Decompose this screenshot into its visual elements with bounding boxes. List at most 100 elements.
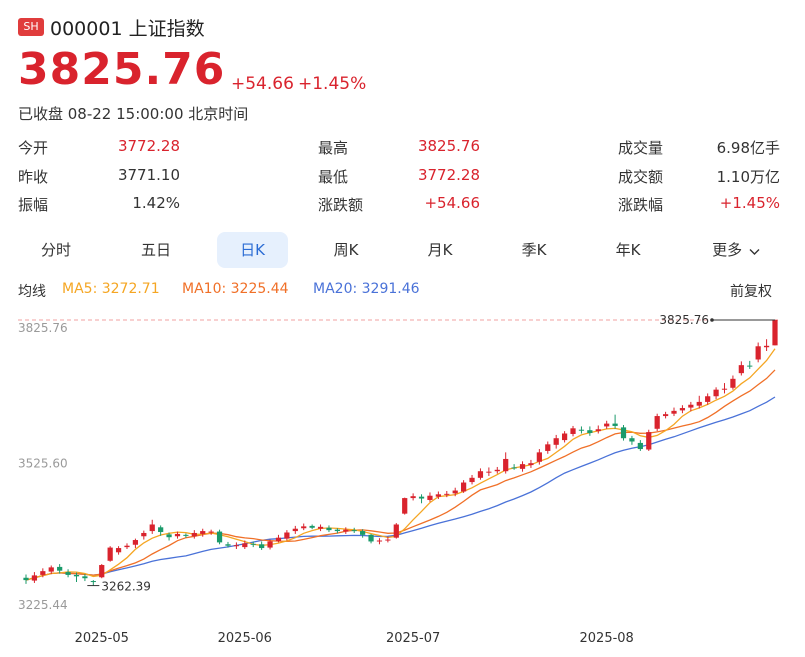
candle — [570, 425, 576, 437]
x-axis-label: 2025-07 — [386, 631, 440, 646]
candle-body — [772, 319, 778, 346]
candle — [604, 420, 610, 429]
stat-label: 涨跌幅 — [618, 196, 664, 214]
candle — [671, 407, 677, 417]
candle-body — [200, 531, 206, 534]
candle-body — [662, 414, 669, 417]
ma5-legend: MA5: 3272.71 — [62, 281, 160, 297]
ma20-line — [25, 396, 776, 581]
candle-body — [578, 429, 585, 431]
candle-body — [747, 365, 753, 367]
candle-body — [461, 482, 467, 492]
candle-body — [696, 401, 702, 406]
tab-intraday[interactable]: 分时 — [18, 232, 94, 268]
stat-label: 涨跌额 — [318, 196, 364, 214]
candle — [595, 425, 601, 434]
candle-body — [452, 490, 458, 494]
candle-body — [469, 477, 475, 483]
candle-body — [31, 575, 38, 581]
candle-body — [444, 493, 450, 495]
candle — [48, 565, 54, 574]
candle — [284, 530, 290, 541]
candle-body — [149, 524, 155, 532]
candle — [31, 572, 38, 583]
high-marker-label: 3825.76 — [659, 313, 709, 327]
candle-body — [587, 430, 593, 434]
adjust-mode-button[interactable]: 前复权 — [730, 281, 772, 301]
tab-yearly-k[interactable]: 年K — [590, 232, 666, 268]
candle — [368, 533, 374, 544]
candle-body — [275, 537, 282, 541]
candle — [469, 474, 475, 485]
candle — [376, 538, 383, 545]
chevron-down-icon — [749, 233, 760, 269]
tab-more[interactable]: 更多 — [696, 232, 776, 268]
candle-body — [216, 531, 223, 543]
stat-value: 1.10万亿 — [716, 168, 780, 186]
candle — [494, 466, 500, 474]
candle-body — [57, 566, 63, 571]
candle-body — [721, 388, 728, 390]
candle-body — [654, 416, 660, 429]
candle-body — [486, 471, 492, 473]
ma10-legend: MA10: 3225.44 — [182, 281, 289, 297]
candle — [326, 525, 332, 533]
ma20-legend: MA20: 3291.46 — [313, 281, 420, 297]
candle-body — [233, 545, 240, 547]
candle — [317, 524, 324, 532]
candle-body — [343, 529, 349, 532]
candle — [721, 383, 728, 394]
candle-body — [738, 365, 744, 374]
candle — [301, 523, 307, 531]
candle — [578, 426, 585, 434]
candle — [191, 530, 197, 539]
stat-value: 1.42% — [132, 194, 180, 212]
y-axis-label: 3225.44 — [18, 598, 68, 612]
candle-body — [519, 464, 526, 469]
chart-axes: 3825.76 3525.60 3225.44 2025-05 2025-06 2025-… — [18, 321, 634, 646]
x-axis-label: 2025-06 — [218, 631, 272, 646]
stat-label: 成交额 — [618, 168, 664, 186]
candle-body — [183, 534, 189, 536]
candle — [149, 519, 155, 534]
market-status: 已收盘 08-22 15:00:00 北京时间 — [18, 105, 249, 123]
candle-body — [141, 532, 147, 537]
candle-body — [166, 534, 172, 538]
stat-value: 3772.28 — [117, 137, 180, 155]
candle-body — [65, 572, 71, 575]
candle-body — [191, 532, 197, 537]
candle-body — [99, 565, 105, 578]
tab-monthly-k[interactable]: 月K — [402, 232, 478, 268]
candle-body — [225, 544, 231, 546]
stat-label: 昨收 — [18, 168, 49, 186]
candle-body — [477, 471, 484, 478]
candle-body — [503, 458, 509, 472]
candle — [662, 411, 669, 419]
candle — [233, 542, 240, 549]
candle-body — [637, 442, 643, 450]
candle-body — [671, 410, 677, 414]
ma-label: 均线 — [18, 284, 46, 300]
candle — [132, 538, 139, 549]
candle-body — [23, 577, 29, 581]
candle-body — [334, 529, 340, 532]
candle — [309, 524, 315, 530]
candle-body — [40, 571, 46, 575]
candle — [351, 527, 357, 533]
tab-quarterly-k[interactable]: 季K — [496, 232, 572, 268]
candle-body — [561, 433, 568, 441]
candle — [402, 497, 408, 515]
candle-body — [73, 574, 80, 577]
candle-body — [326, 527, 332, 531]
candle — [612, 414, 618, 429]
candle — [637, 440, 643, 451]
tab-five-day[interactable]: 五日 — [118, 232, 194, 268]
candle — [503, 452, 509, 474]
candle-body — [545, 444, 551, 451]
candle-body — [115, 548, 122, 553]
candle — [427, 492, 433, 502]
candle-body — [410, 496, 416, 499]
tab-daily-k[interactable]: 日K — [217, 232, 288, 268]
tab-weekly-k[interactable]: 周K — [308, 232, 384, 268]
stat-label: 最低 — [318, 168, 349, 186]
